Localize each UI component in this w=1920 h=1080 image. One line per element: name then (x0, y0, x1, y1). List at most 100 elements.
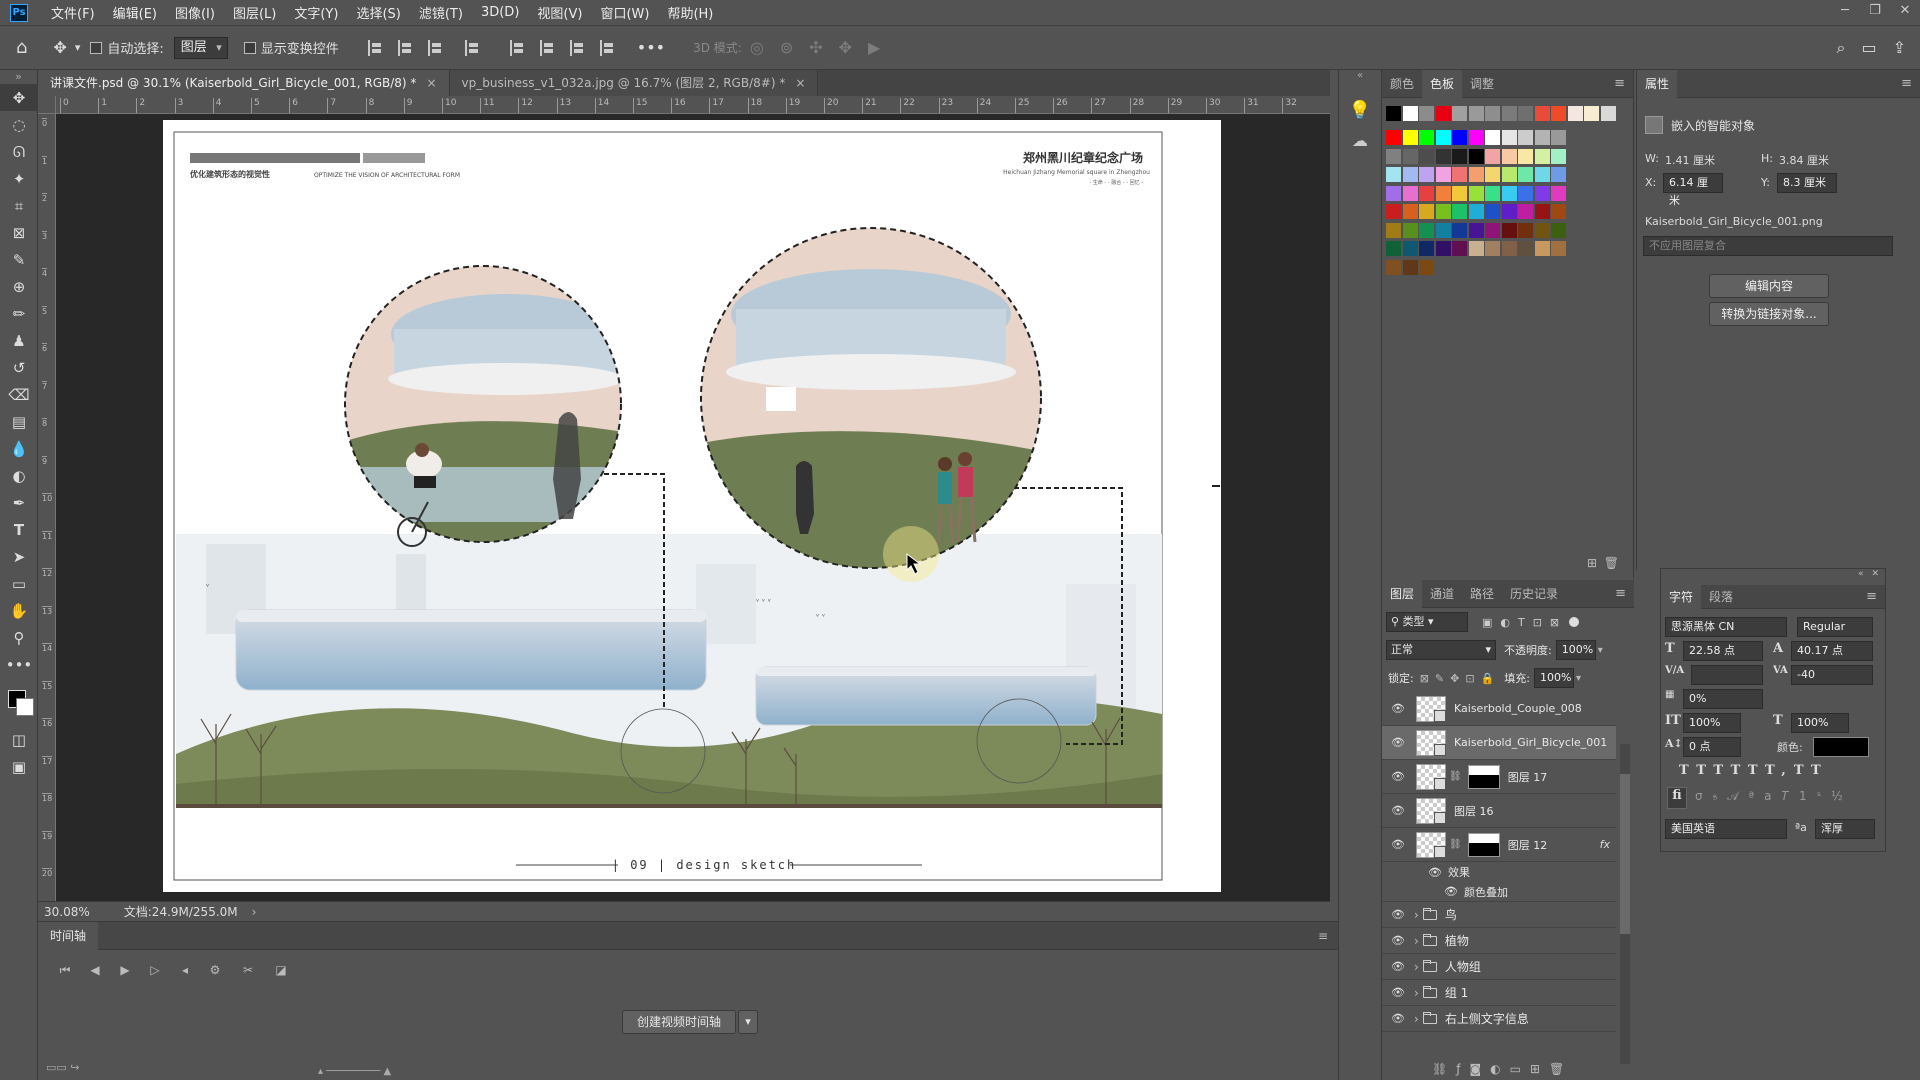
layer-footer-icons[interactable]: ⛓ƒ◙◐▭⊞🗑 (1432, 1062, 1573, 1076)
timeline-zoom-slider[interactable]: ▴ ───────── ▲ (318, 1066, 468, 1077)
blur-tool-icon[interactable]: 💧 (0, 435, 38, 462)
doc-tab-jpg[interactable]: vp_business_v1_032a.jpg @ 16.7% (图层 2, R… (449, 70, 819, 96)
color-swatch[interactable] (1518, 241, 1533, 256)
color-swatch[interactable] (1551, 148, 1566, 164)
align-right-icon[interactable] (427, 39, 444, 56)
color-swatch[interactable] (1452, 130, 1467, 145)
layer-row[interactable]: 👁 图层 16 (1382, 794, 1616, 828)
timeline-menu-icon[interactable]: ≡ (1318, 929, 1328, 943)
color-swatch[interactable] (1468, 130, 1484, 145)
color-swatch[interactable] (1518, 204, 1533, 219)
group-row[interactable]: 👁 › 组 1 (1382, 980, 1616, 1006)
brush-tool-icon[interactable]: ✏ (0, 300, 38, 327)
color-swatch[interactable] (1534, 222, 1550, 238)
text-style-buttons[interactable]: TTTTTT,TT (1679, 763, 1829, 778)
marquee-tool-icon[interactable]: ◌ (0, 111, 38, 138)
color-swatch[interactable] (1485, 241, 1500, 256)
chevron-down-icon[interactable]: ▾ (75, 41, 81, 54)
color-swatches[interactable] (0, 678, 37, 726)
tab-history[interactable]: 历史记录 (1502, 580, 1566, 608)
fx-badge[interactable]: fx (1600, 838, 1610, 851)
menu-edit[interactable]: 编辑(E) (104, 3, 166, 22)
color-swatch[interactable] (1518, 148, 1533, 164)
status-menu-icon[interactable]: › (252, 905, 257, 919)
color-swatch[interactable] (1501, 106, 1517, 121)
vertical-scale-input[interactable]: 100% (1683, 713, 1741, 733)
color-swatch[interactable] (1402, 148, 1418, 164)
color-swatch[interactable] (1485, 106, 1500, 121)
dodge-tool-icon[interactable]: ◐ (0, 462, 38, 489)
color-swatch[interactable] (1435, 222, 1451, 238)
color-swatch[interactable] (1534, 130, 1550, 145)
blend-mode-select[interactable]: 正常 ▾ (1386, 640, 1496, 660)
color-swatch[interactable] (1386, 106, 1401, 121)
color-swatch[interactable] (1518, 106, 1533, 121)
character-menu-icon[interactable]: ≡ (1866, 589, 1877, 604)
color-swatch[interactable] (1551, 241, 1566, 256)
color-swatch[interactable] (1435, 167, 1451, 182)
color-swatch[interactable] (1435, 148, 1451, 164)
visibility-eye-icon[interactable]: 👁 (1388, 702, 1408, 715)
color-swatch[interactable] (1501, 204, 1517, 219)
color-swatch[interactable] (1419, 130, 1434, 145)
timeline-options-dropdown[interactable]: ▾ (738, 1010, 759, 1034)
filter-toggle-icon[interactable] (1569, 617, 1580, 627)
color-swatch[interactable] (1452, 185, 1467, 201)
auto-select-dropdown[interactable]: 图层 (173, 36, 228, 59)
menu-file[interactable]: 文件(F) (42, 3, 104, 22)
fill-dropdown-icon[interactable]: ▾ (1576, 673, 1581, 684)
menu-help[interactable]: 帮助(H) (658, 3, 722, 22)
eyedropper-tool-icon[interactable]: ✎ (0, 246, 38, 273)
color-swatch[interactable] (1485, 204, 1500, 219)
color-swatch[interactable] (1485, 148, 1500, 164)
learn-icon[interactable]: 💡 (1339, 100, 1381, 121)
color-swatch[interactable] (1452, 148, 1467, 164)
horizontal-scale-input[interactable]: 100% (1791, 713, 1849, 733)
create-video-timeline-button[interactable]: 创建视频时间轴 (622, 1010, 737, 1034)
color-swatch[interactable] (1468, 222, 1484, 238)
visibility-eye-icon[interactable]: 👁 (1388, 838, 1408, 851)
play-icon[interactable]: ▶ (110, 963, 140, 977)
color-swatch[interactable] (1534, 204, 1550, 219)
effect-item[interactable]: 颜色叠加 (1464, 884, 1508, 900)
type-tool-icon[interactable]: T (0, 516, 38, 543)
color-swatch[interactable] (1435, 106, 1451, 121)
edit-contents-button[interactable]: 编辑内容 (1709, 274, 1829, 298)
visibility-eye-icon[interactable]: 👁 (1388, 908, 1408, 921)
color-swatch[interactable] (1468, 148, 1484, 164)
distribute-v-icon[interactable] (599, 39, 616, 56)
color-swatch[interactable] (1567, 106, 1583, 121)
color-swatch[interactable] (1419, 167, 1434, 182)
color-swatch[interactable] (1518, 185, 1533, 201)
fill-input[interactable]: 100% (1534, 668, 1575, 688)
menu-filter[interactable]: 滤镜(T) (410, 3, 472, 22)
color-swatch[interactable] (1419, 148, 1434, 164)
color-swatch[interactable] (1419, 185, 1434, 201)
audio-icon[interactable]: ◂ (170, 963, 200, 977)
color-swatch[interactable] (1452, 241, 1467, 256)
text-color-swatch[interactable] (1813, 737, 1869, 757)
color-swatch[interactable] (1551, 204, 1566, 219)
opacity-dropdown-icon[interactable]: ▾ (1598, 645, 1603, 656)
move-tool-icon[interactable]: ✥ (0, 84, 38, 111)
tab-paragraph[interactable]: 段落 (1701, 585, 1741, 609)
color-swatch[interactable] (1534, 106, 1550, 121)
tab-properties[interactable]: 属性 (1637, 69, 1678, 98)
restore-icon[interactable]: ❐ (1860, 0, 1890, 20)
visibility-eye-icon[interactable]: 👁 (1388, 736, 1408, 749)
doc-tab-psd[interactable]: 讲课文件.psd @ 30.1% (Kaiserbold_Girl_Bicycl… (38, 70, 450, 96)
color-swatch[interactable] (1551, 222, 1566, 238)
horizontal-ruler[interactable]: 0 1 2 3 4 5 6 7 8 9 10 11 12 13 14 15 16 17 18 19 20 21 22 23 24… (56, 96, 1330, 114)
tab-layers[interactable]: 图层 (1382, 579, 1423, 608)
settings-icon[interactable]: ⚙ (200, 963, 230, 977)
menu-select[interactable]: 选择(S) (347, 3, 409, 22)
color-swatch[interactable] (1386, 204, 1401, 219)
move-tool-preset-icon[interactable]: ✥ (53, 38, 66, 57)
timeline-footer-icons[interactable]: ▭▭ ↪ (46, 1061, 80, 1074)
font-size-input[interactable]: 22.58 点 (1683, 641, 1763, 661)
align-middle-v-icon[interactable] (539, 39, 556, 56)
color-swatch[interactable] (1452, 204, 1467, 219)
share-icon[interactable]: ⇪ (1893, 38, 1906, 57)
show-transform-checkbox[interactable] (243, 41, 256, 54)
expand-arrow-icon[interactable]: › (1414, 934, 1419, 948)
